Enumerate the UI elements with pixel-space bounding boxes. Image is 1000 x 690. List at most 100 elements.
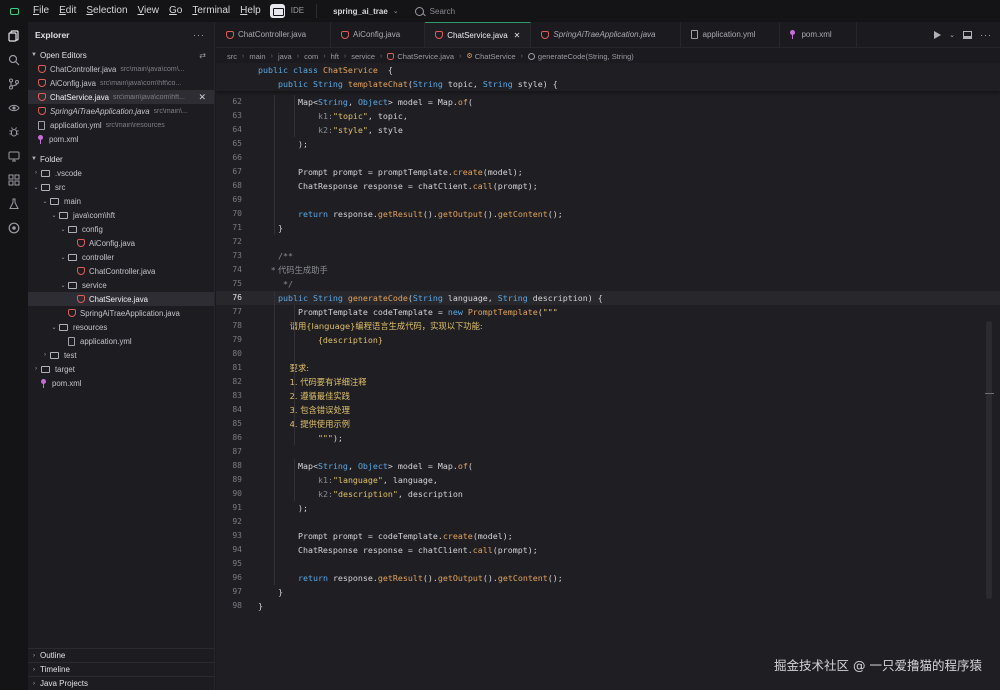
open-editor-item[interactable]: application.yml src\main\resources <box>28 118 214 132</box>
search-icon[interactable] <box>0 48 28 72</box>
chevron-down-icon[interactable]: ⌄ <box>393 7 399 15</box>
code-line[interactable]: 86 """); <box>216 431 1000 445</box>
breadcrumb-item[interactable]: ChatService.java <box>387 52 454 61</box>
code-line[interactable]: 73 /** <box>216 249 1000 263</box>
eye-preview-icon[interactable] <box>0 96 28 120</box>
code-line[interactable]: 68 ChatResponse response = chatClient.ca… <box>216 179 1000 193</box>
code-line[interactable]: 77 PromptTemplate codeTemplate = new Pro… <box>216 305 1000 319</box>
sticky-scroll-header[interactable]: public class ChatService { public String… <box>216 63 1000 91</box>
code-line[interactable]: 85 4. 提供使用示例 <box>216 417 1000 431</box>
panel-section-header[interactable]: › Timeline <box>28 662 215 676</box>
tree-item[interactable]: ⌄ src <box>28 180 214 194</box>
project-selector[interactable]: spring_ai_trae <box>333 7 388 16</box>
tree-item[interactable]: › .vscode <box>28 166 214 180</box>
tree-item[interactable]: ⌄ java\com\hft <box>28 208 214 222</box>
code-line[interactable]: 74 * 代码生成助手 <box>216 263 1000 277</box>
code-line[interactable]: 79 {description} <box>216 333 1000 347</box>
ai-assistant-icon[interactable] <box>0 216 28 240</box>
toggle-layout-icon[interactable]: ⇄ <box>199 51 206 60</box>
menu-item[interactable]: Selection <box>81 0 132 22</box>
search-input[interactable]: Search <box>414 3 795 19</box>
source-control-icon[interactable] <box>0 72 28 96</box>
code-line[interactable]: 81 要求: <box>216 361 1000 375</box>
tree-item[interactable]: ⌄ service <box>28 278 214 292</box>
code-line[interactable]: 88 Map<String, Object> model = Map.of( <box>216 459 1000 473</box>
menu-item[interactable]: Go <box>164 0 187 22</box>
code-line[interactable]: 83 2. 遵循最佳实践 <box>216 389 1000 403</box>
tree-item[interactable]: ⌄ resources <box>28 320 214 334</box>
menu-item[interactable]: View <box>133 0 165 22</box>
sticky-line[interactable]: public String templateChat(String topic,… <box>216 77 1000 91</box>
tree-item[interactable]: › test <box>28 348 214 362</box>
code-line[interactable]: 70 return response.getResult().getOutput… <box>216 207 1000 221</box>
code-line[interactable]: 69 <box>216 193 1000 207</box>
code-line[interactable]: 82 1. 代码要有详细注释 <box>216 375 1000 389</box>
tree-item[interactable]: ⌄ config <box>28 222 214 236</box>
menu-item[interactable]: Help <box>235 0 266 22</box>
breadcrumb-item[interactable]: main <box>249 52 265 61</box>
folder-header[interactable]: ▼ Folder <box>28 152 214 166</box>
code-line[interactable]: 75 */ <box>216 277 1000 291</box>
code-line[interactable]: 66 <box>216 151 1000 165</box>
tree-item[interactable]: ⌄ controller <box>28 250 214 264</box>
breadcrumb-item[interactable]: com <box>304 52 318 61</box>
tree-item[interactable]: ChatController.java <box>28 264 214 278</box>
tree-item[interactable]: AiConfig.java <box>28 236 214 250</box>
tree-item[interactable]: › target <box>28 362 214 376</box>
tree-item[interactable]: pom.xml <box>28 376 214 390</box>
editor-tab[interactable]: AiConfig.java <box>331 22 426 47</box>
code-line[interactable]: 76 public String generateCode(String lan… <box>216 291 1000 305</box>
code-line[interactable]: 94 ChatResponse response = chatClient.ca… <box>216 543 1000 557</box>
more-actions-icon[interactable]: ··· <box>980 30 992 40</box>
code-line[interactable]: 95 <box>216 557 1000 571</box>
code-line[interactable]: 87 <box>216 445 1000 459</box>
debug-icon[interactable] <box>0 120 28 144</box>
open-editor-item[interactable]: ChatController.java src\main\java\com\... <box>28 62 214 76</box>
code-line[interactable]: 71 } <box>216 221 1000 235</box>
open-editor-item[interactable]: AiConfig.java src\main\java\com\hft\co... <box>28 76 214 90</box>
ide-mode-toggle[interactable]: IDE <box>269 4 318 18</box>
code-line[interactable]: 91 ); <box>216 501 1000 515</box>
close-icon[interactable]: ✕ <box>198 92 206 103</box>
tree-item[interactable]: application.yml <box>28 334 214 348</box>
editor-tab[interactable]: application.yml <box>681 22 781 47</box>
breadcrumb-item[interactable]: java <box>278 52 292 61</box>
code-line[interactable]: 80 <box>216 347 1000 361</box>
editor-tab[interactable]: SpringAiTraeApplication.java <box>531 22 681 47</box>
code-line[interactable]: 90 k2:"description", description <box>216 487 1000 501</box>
code-line[interactable]: 93 Prompt prompt = codeTemplate.create(m… <box>216 529 1000 543</box>
menu-item[interactable]: Terminal <box>187 0 235 22</box>
editor-tab[interactable]: ChatController.java <box>216 22 332 47</box>
editor-tab[interactable]: ChatService.java ✕ <box>425 22 532 47</box>
close-icon[interactable]: ✕ <box>514 31 521 40</box>
code-line[interactable]: 62 Map<String, Object> model = Map.of( <box>216 95 1000 109</box>
code-line[interactable]: 89 k1:"language", language, <box>216 473 1000 487</box>
tree-item[interactable]: ⌄ main <box>28 194 214 208</box>
code-line[interactable]: 96 return response.getResult().getOutput… <box>216 571 1000 585</box>
explorer-files-icon[interactable] <box>0 24 28 48</box>
breadcrumb-item[interactable]: service <box>351 52 375 61</box>
code-editor[interactable]: public class ChatService { public String… <box>216 63 1000 690</box>
code-line[interactable]: 64 k2:"style", style <box>216 123 1000 137</box>
split-editor-icon[interactable] <box>963 30 972 39</box>
remote-explorer-icon[interactable] <box>0 144 28 168</box>
more-actions-icon[interactable]: ··· <box>193 30 205 40</box>
open-editors-header[interactable]: ▼ Open Editors ⇄ <box>28 48 214 62</box>
breadcrumb-item[interactable]: ⚙ ChatService <box>466 52 515 61</box>
code-line[interactable]: 67 Prompt prompt = promptTemplate.create… <box>216 165 1000 179</box>
code-line[interactable]: 63 k1:"topic", topic, <box>216 109 1000 123</box>
open-editor-item[interactable]: pom.xml <box>28 132 214 146</box>
panel-section-header[interactable]: › Outline <box>28 648 215 662</box>
menu-item[interactable]: File <box>28 0 54 22</box>
sticky-line[interactable]: public class ChatService { <box>216 63 1000 77</box>
editor-tab[interactable]: pom.xml <box>780 22 857 47</box>
panel-section-header[interactable]: › Java Projects <box>28 676 215 690</box>
extensions-icon[interactable] <box>0 168 28 192</box>
breadcrumb-item[interactable]: hft <box>331 52 339 61</box>
code-line[interactable]: 84 3. 包含错误处理 <box>216 403 1000 417</box>
menu-item[interactable]: Edit <box>54 0 81 22</box>
testing-flask-icon[interactable] <box>0 192 28 216</box>
breadcrumb-item[interactable]: generateCode(String, String) <box>527 52 634 61</box>
code-line[interactable]: 65 ); <box>216 137 1000 151</box>
tree-item[interactable]: SpringAiTraeApplication.java <box>28 306 214 320</box>
